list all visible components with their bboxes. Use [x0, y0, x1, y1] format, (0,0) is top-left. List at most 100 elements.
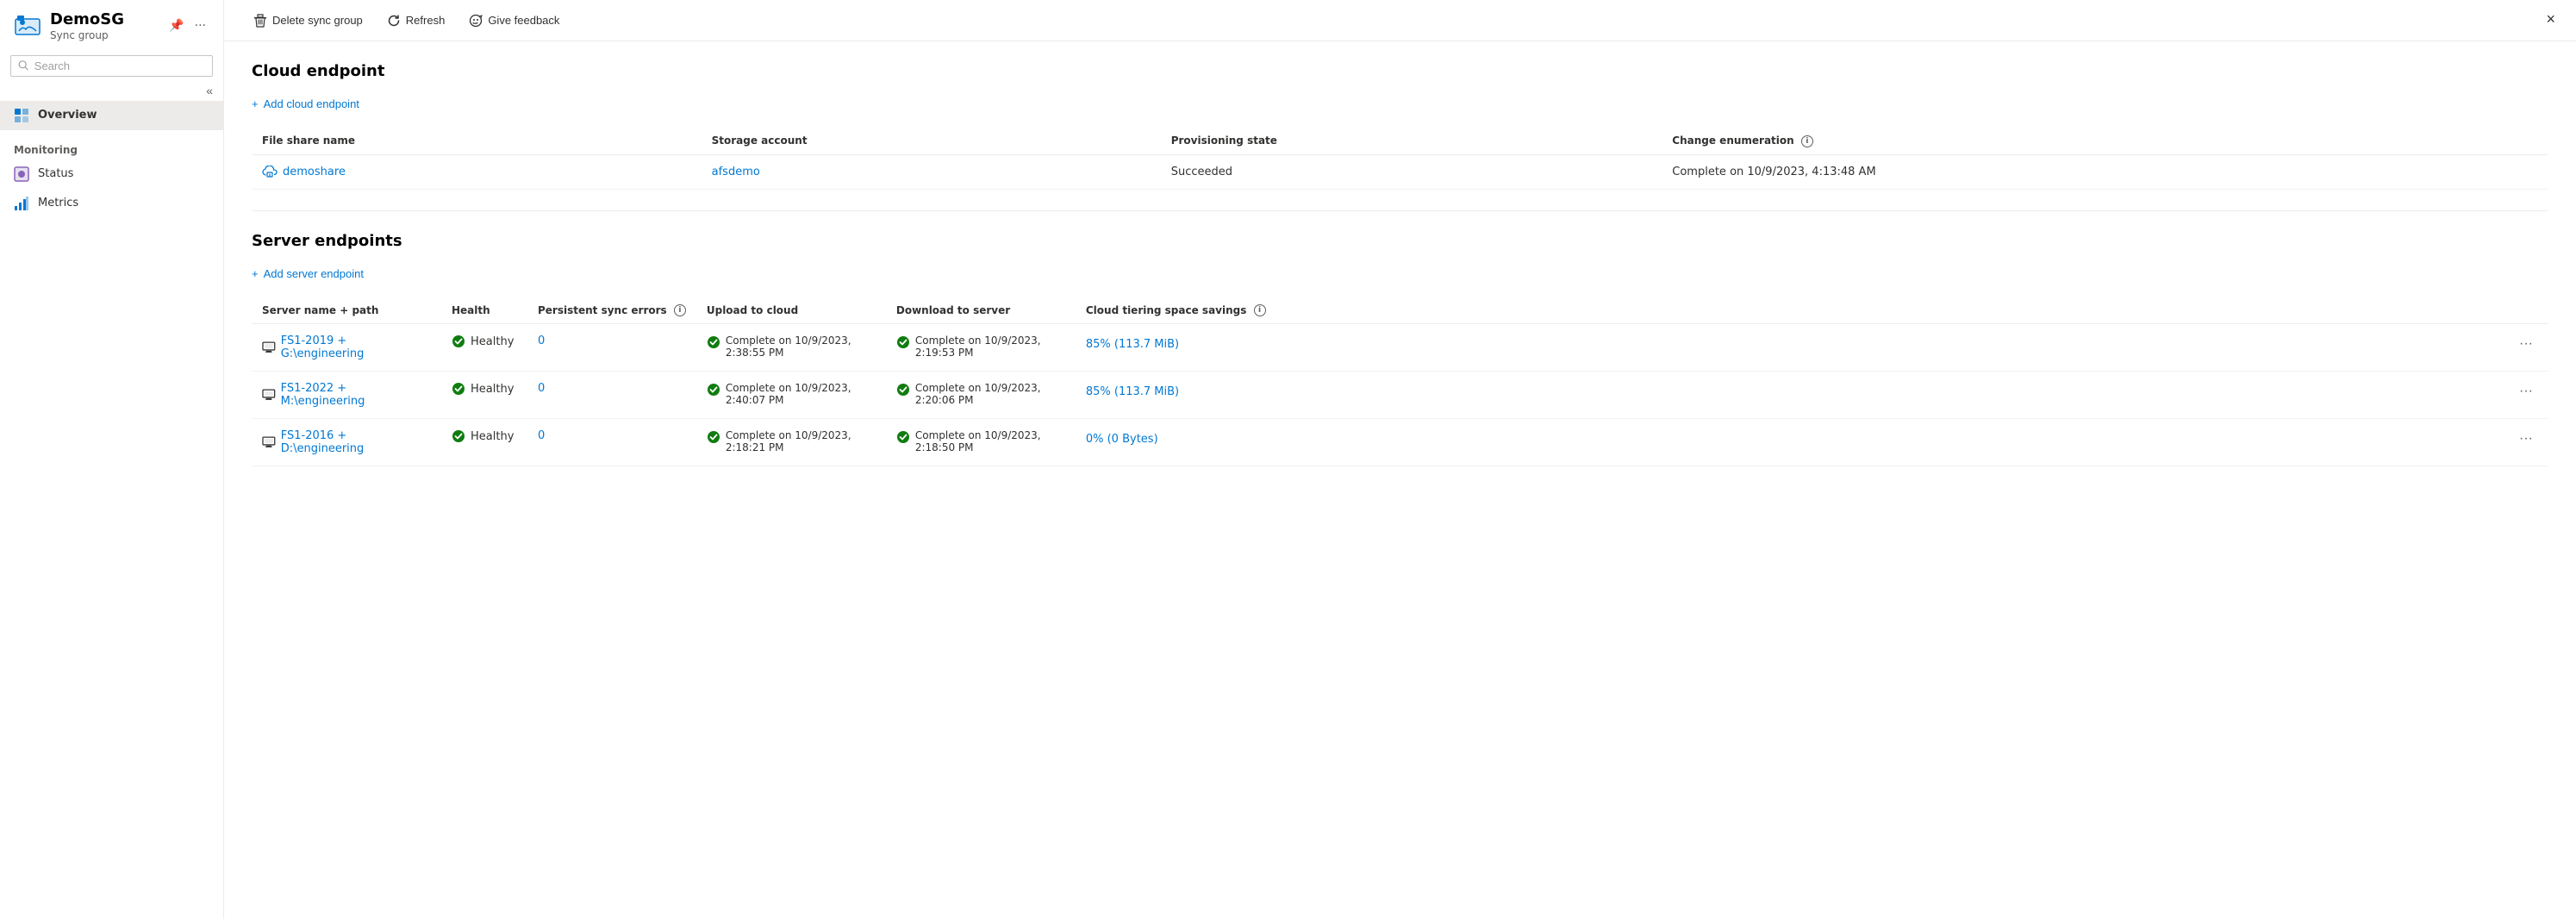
status-label: Status: [38, 167, 73, 180]
refresh-button[interactable]: Refresh: [378, 10, 454, 31]
server-path-link[interactable]: FS1-2019 + G:\engineering: [262, 334, 431, 360]
upload-check-icon: [707, 383, 720, 397]
delete-icon: [253, 14, 267, 28]
row-more-button[interactable]: ···: [2514, 429, 2538, 448]
add-cloud-label: Add cloud endpoint: [264, 97, 359, 110]
more-icon[interactable]: ···: [191, 17, 209, 34]
col-tiering: Cloud tiering space savings i: [1076, 297, 2548, 324]
upload-check-icon: [707, 430, 720, 444]
health-text: Healthy: [471, 383, 514, 396]
row-more-button[interactable]: ···: [2514, 382, 2538, 401]
provisioning-state: Succeeded: [1161, 154, 1662, 189]
sidebar-item-overview[interactable]: Overview: [0, 101, 223, 130]
sidebar-item-metrics[interactable]: Metrics: [0, 189, 223, 218]
health-check-icon: [452, 382, 465, 396]
cloud-storage-icon: [262, 166, 278, 178]
status-icon: [14, 166, 29, 182]
tiering-value[interactable]: 85% (113.7 MiB): [1086, 338, 1179, 351]
row-more-button[interactable]: ···: [2514, 334, 2538, 353]
tiering-value[interactable]: 0% (0 Bytes): [1086, 433, 1158, 446]
pin-icon[interactable]: 📌: [165, 17, 187, 34]
metrics-icon: [14, 196, 29, 211]
metrics-label: Metrics: [38, 197, 78, 209]
change-enumeration-value: Complete on 10/9/2023, 4:13:48 AM: [1662, 154, 2548, 189]
sync-errors-value[interactable]: 0: [538, 429, 545, 442]
health-check-icon: [452, 429, 465, 443]
health-badge: Healthy: [452, 429, 517, 443]
app-icon: [14, 12, 41, 40]
server-icon: [262, 436, 276, 448]
cloud-endpoint-row: demoshare afsdemo Succeeded Complete on …: [252, 154, 2548, 189]
health-badge: Healthy: [452, 334, 517, 348]
col-change-enumeration: Change enumeration i: [1662, 128, 2548, 154]
cloud-endpoint-section: Cloud endpoint + Add cloud endpoint File…: [252, 62, 2548, 190]
main-content: × Delete sync group Refresh: [224, 0, 2576, 919]
sidebar-item-status[interactable]: Status: [0, 159, 223, 189]
server-endpoint-row: FS1-2022 + M:\engineering Healthy 0: [252, 372, 2548, 419]
content-area: Cloud endpoint + Add cloud endpoint File…: [224, 41, 2576, 919]
download-check-icon: [896, 383, 910, 397]
upload-text: Complete on 10/9/2023, 2:40:07 PM: [726, 382, 876, 406]
feedback-button[interactable]: Give feedback: [460, 10, 568, 31]
col-provisioning-state: Provisioning state: [1161, 128, 1662, 154]
server-path-link[interactable]: FS1-2022 + M:\engineering: [262, 382, 431, 408]
server-endpoints-table: Server name + path Health Persistent syn…: [252, 297, 2548, 467]
col-download: Download to server: [886, 297, 1076, 324]
server-endpoint-row: FS1-2019 + G:\engineering Healthy 0: [252, 324, 2548, 372]
change-enum-info-icon[interactable]: i: [1801, 135, 1813, 147]
sync-errors-value[interactable]: 0: [538, 382, 545, 395]
sync-errors-info-icon[interactable]: i: [674, 304, 686, 316]
search-input[interactable]: [34, 59, 205, 72]
health-check-icon: [452, 334, 465, 348]
monitoring-section-label: Monitoring: [0, 130, 223, 159]
tiering-value[interactable]: 85% (113.7 MiB): [1086, 385, 1179, 398]
search-box[interactable]: [10, 55, 213, 77]
server-endpoints-section: Server endpoints + Add server endpoint S…: [252, 232, 2548, 467]
overview-label: Overview: [38, 109, 97, 122]
server-icon: [262, 389, 276, 401]
close-button[interactable]: ×: [2546, 10, 2555, 28]
col-server-path: Server name + path: [252, 297, 441, 324]
download-check-icon: [896, 335, 910, 349]
sidebar: DemoSG Sync group 📌 ··· « Overview Mon: [0, 0, 224, 919]
col-storage-account: Storage account: [702, 128, 1161, 154]
server-path-link[interactable]: FS1-2016 + D:\engineering: [262, 429, 431, 455]
app-subtitle: Sync group: [50, 29, 124, 41]
refresh-icon: [387, 14, 401, 28]
add-server-endpoint-button[interactable]: + Add server endpoint: [252, 264, 364, 284]
app-title: DemoSG: [50, 10, 124, 29]
col-upload: Upload to cloud: [696, 297, 886, 324]
add-server-label: Add server endpoint: [264, 267, 364, 280]
add-server-icon: +: [252, 267, 259, 280]
server-icon: [262, 341, 276, 353]
add-cloud-icon: +: [252, 97, 259, 110]
download-text: Complete on 10/9/2023, 2:18:50 PM: [915, 429, 1065, 453]
upload-text: Complete on 10/9/2023, 2:38:55 PM: [726, 334, 876, 359]
add-cloud-endpoint-button[interactable]: + Add cloud endpoint: [252, 94, 359, 114]
app-title-group: DemoSG Sync group: [50, 10, 124, 41]
collapse-button[interactable]: «: [199, 80, 220, 101]
col-sync-errors: Persistent sync errors i: [527, 297, 696, 324]
download-text: Complete on 10/9/2023, 2:20:06 PM: [915, 382, 1065, 406]
toolbar: Delete sync group Refresh Give feedback: [224, 0, 2576, 41]
col-file-share-name: File share name: [252, 128, 702, 154]
download-text: Complete on 10/9/2023, 2:19:53 PM: [915, 334, 1065, 359]
server-endpoint-row: FS1-2016 + D:\engineering Healthy 0: [252, 419, 2548, 466]
health-text: Healthy: [471, 430, 514, 443]
file-share-link[interactable]: demoshare: [262, 166, 691, 178]
delete-sync-group-button[interactable]: Delete sync group: [245, 10, 371, 31]
col-health: Health: [441, 297, 527, 324]
sidebar-nav: Overview Monitoring Status Metrics: [0, 101, 223, 218]
tiering-info-icon[interactable]: i: [1254, 304, 1266, 316]
health-badge: Healthy: [452, 382, 517, 396]
download-check-icon: [896, 430, 910, 444]
refresh-label: Refresh: [406, 14, 446, 27]
feedback-icon: [469, 14, 483, 28]
upload-text: Complete on 10/9/2023, 2:18:21 PM: [726, 429, 876, 453]
section-divider: [252, 210, 2548, 211]
delete-label: Delete sync group: [272, 14, 363, 27]
server-endpoints-title: Server endpoints: [252, 232, 2548, 250]
storage-account-link[interactable]: afsdemo: [712, 166, 1151, 178]
sync-errors-value[interactable]: 0: [538, 334, 545, 347]
overview-icon: [14, 108, 29, 123]
